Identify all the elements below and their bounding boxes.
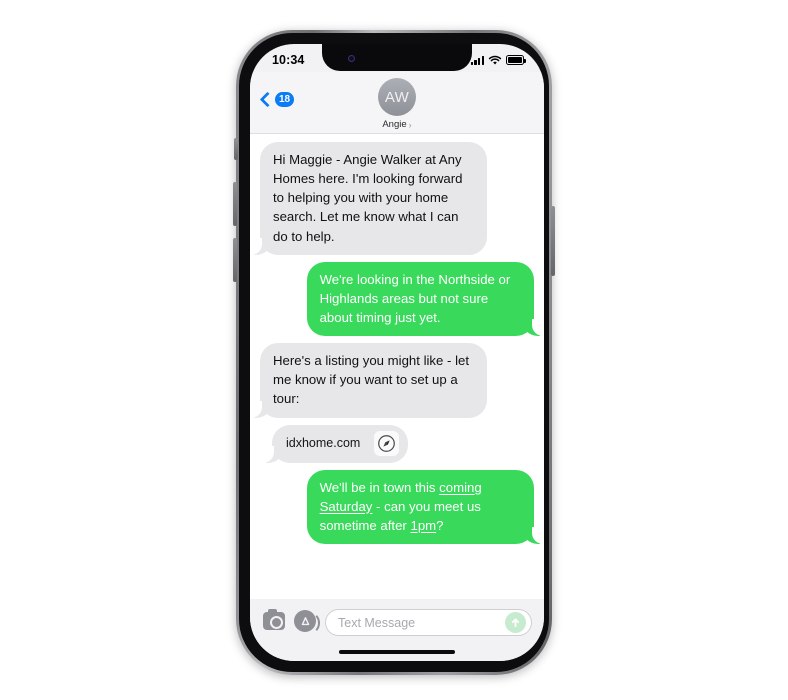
app-store-button[interactable] <box>294 608 320 634</box>
text-segment: We'll be in town this <box>319 479 440 495</box>
device-bezel: 10:34 18 AW Angie › Hi Maggie - Angie Wa… <box>239 33 549 672</box>
link-url-label: idxhome.com <box>286 435 361 450</box>
battery-full-icon <box>506 55 526 65</box>
input-placeholder: Text Message <box>338 615 416 630</box>
volume-down-button[interactable] <box>233 238 237 282</box>
iphone-device-frame: 10:34 18 AW Angie › Hi Maggie - Angie Wa… <box>233 30 555 675</box>
display-notch <box>322 44 472 71</box>
unread-count-badge: 18 <box>275 92 295 107</box>
power-button[interactable] <box>551 206 555 276</box>
message-row: We're looking in the Northside or Highla… <box>260 261 544 337</box>
message-row: Here's a listing you might like - let me… <box>250 343 534 418</box>
status-time: 10:34 <box>272 53 305 67</box>
screenshot-canvas: 10:34 18 AW Angie › Hi Maggie - Angie Wa… <box>0 0 788 700</box>
camera-button[interactable] <box>263 608 285 630</box>
message-bubble-incoming[interactable]: Here's a listing you might like - let me… <box>250 343 488 418</box>
phone-screen: 10:34 18 AW Angie › Hi Maggie - Angie Wa… <box>250 44 544 661</box>
back-chevron-icon <box>259 91 276 108</box>
safari-compass-icon[interactable] <box>374 430 400 456</box>
text-segment: ? <box>436 517 444 533</box>
message-row: idxhome.com <box>262 424 534 463</box>
avatar: AW <box>378 78 416 116</box>
message-bubble-outgoing[interactable]: We're looking in the Northside or Highla… <box>306 261 544 337</box>
message-row: Hi Maggie - Angie Walker at Any Homes he… <box>250 142 534 255</box>
contact-name: Angie <box>382 119 407 130</box>
camera-icon <box>263 609 285 630</box>
status-indicators <box>470 55 526 66</box>
message-list[interactable]: Hi Maggie - Angie Walker at Any Homes he… <box>250 134 544 599</box>
app-store-icon <box>294 610 320 634</box>
chevron-right-icon: › <box>408 119 412 130</box>
front-camera-icon <box>348 55 355 62</box>
silent-switch-button[interactable] <box>234 138 238 160</box>
text-message-input[interactable]: Text Message <box>325 609 532 636</box>
conversation-header: 18 AW Angie › <box>250 72 544 134</box>
message-bubble-link-preview[interactable]: idxhome.com <box>262 424 409 463</box>
cellular-signal-icon <box>470 55 484 65</box>
wifi-icon <box>488 55 502 65</box>
send-arrow-icon <box>511 618 520 628</box>
detected-time-link[interactable]: 1pm <box>410 518 436 533</box>
home-indicator[interactable] <box>339 650 455 654</box>
message-bubble-outgoing-rich[interactable]: We'll be in town this coming Saturday - … <box>306 469 544 545</box>
contact-name-row: Angie › <box>382 119 411 130</box>
back-button[interactable]: 18 <box>259 91 295 108</box>
message-row: We'll be in town this coming Saturday - … <box>260 469 544 545</box>
contact-header[interactable]: AW Angie › <box>378 78 416 130</box>
message-bubble-incoming[interactable]: Hi Maggie - Angie Walker at Any Homes he… <box>250 142 488 255</box>
volume-up-button[interactable] <box>233 182 237 226</box>
send-button[interactable] <box>505 612 526 633</box>
